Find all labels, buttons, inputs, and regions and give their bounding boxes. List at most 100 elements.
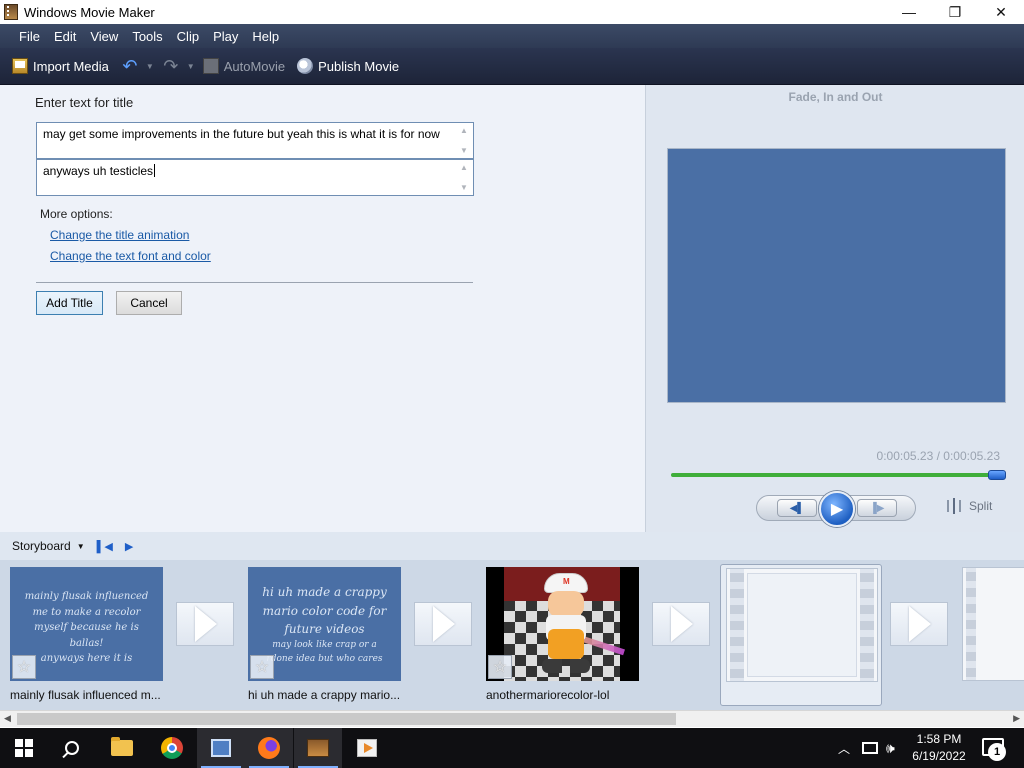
minimize-button[interactable]: — bbox=[886, 0, 932, 24]
scroll-left-icon[interactable]: ◀ bbox=[4, 713, 11, 724]
menu-bar: File Edit View Tools Clip Play Help bbox=[0, 24, 1024, 48]
preview-effect-name: Fade, In and Out bbox=[788, 90, 883, 104]
preview-monitor[interactable] bbox=[667, 148, 1006, 403]
title-line-1-text: may get some improvements in the future … bbox=[43, 127, 440, 141]
next-frame-icon: ▐▶ bbox=[869, 502, 885, 514]
toolbar: Import Media ↶ ▼ ↷ ▼ AutoMovie Publish M… bbox=[0, 48, 1024, 85]
movie-maker-icon bbox=[307, 739, 329, 757]
thumb-text-line: rdone idea but who cares bbox=[266, 653, 383, 664]
title-line-2-wrapper: anyways uh testicles bbox=[43, 164, 156, 178]
next-frame-button[interactable]: ▐▶ bbox=[857, 499, 897, 517]
transition-slot[interactable] bbox=[414, 602, 472, 646]
mario-hat bbox=[544, 573, 588, 593]
rewind-storyboard-icon[interactable]: ▌◀ bbox=[97, 540, 113, 553]
scrollbar-thumb[interactable] bbox=[17, 713, 676, 725]
textbox-2-scrollbar[interactable]: ▲ ▼ bbox=[455, 160, 473, 195]
volume-icon[interactable]: 🕪 bbox=[886, 728, 895, 768]
change-title-animation-link[interactable]: Change the title animation bbox=[50, 228, 189, 242]
play-button[interactable]: ▶ bbox=[819, 491, 855, 527]
enter-title-label: Enter text for title bbox=[35, 95, 134, 110]
menu-view[interactable]: View bbox=[90, 29, 118, 44]
storyboard-dropdown-icon[interactable]: ▼ bbox=[77, 542, 85, 551]
scroll-up-icon[interactable]: ▲ bbox=[460, 163, 468, 172]
search-button[interactable] bbox=[48, 728, 96, 768]
divider bbox=[36, 282, 473, 283]
storyboard-view-label[interactable]: Storyboard bbox=[12, 539, 71, 553]
title-line-2-text: anyways uh testicles bbox=[43, 164, 154, 178]
menu-edit[interactable]: Edit bbox=[54, 29, 76, 44]
automovie-icon bbox=[202, 58, 219, 74]
taskbar: ︿ 🕪 1:58 PM 6/19/2022 1 bbox=[0, 728, 1024, 768]
automovie-button[interactable]: AutoMovie bbox=[202, 58, 286, 74]
seek-bar[interactable] bbox=[671, 473, 1002, 477]
scroll-up-icon[interactable]: ▲ bbox=[460, 126, 468, 135]
transition-slot[interactable] bbox=[176, 602, 234, 646]
taskbar-chrome[interactable] bbox=[148, 728, 196, 768]
import-media-button[interactable]: Import Media bbox=[12, 58, 109, 74]
title-text-line-1[interactable]: may get some improvements in the future … bbox=[36, 122, 474, 159]
film-frame bbox=[747, 573, 857, 677]
taskbar-task-manager[interactable] bbox=[197, 728, 245, 768]
menu-play[interactable]: Play bbox=[213, 29, 238, 44]
thumb-text-line: anyways here it is bbox=[40, 653, 133, 664]
taskbar-firefox[interactable] bbox=[245, 728, 293, 768]
taskbar-media-player[interactable] bbox=[343, 728, 391, 768]
title-bar: Windows Movie Maker — ❐ ✕ bbox=[0, 0, 1024, 24]
thumb-text-line: myself because he is ballas! bbox=[34, 622, 139, 649]
notification-count-badge: 1 bbox=[988, 743, 1006, 761]
undo-icon[interactable]: ↶ bbox=[121, 57, 139, 75]
redo-icon[interactable]: ↷ bbox=[162, 57, 180, 75]
transition-slot[interactable] bbox=[890, 602, 948, 646]
movie-maker-app-icon bbox=[4, 4, 18, 20]
taskbar-clock[interactable]: 1:58 PM 6/19/2022 bbox=[906, 731, 972, 765]
chrome-icon bbox=[161, 737, 183, 759]
storyboard: mainly flusak influenced me to make a re… bbox=[0, 560, 1024, 710]
split-icon bbox=[947, 498, 961, 514]
title-text-line-2[interactable]: anyways uh testicles ▲ ▼ bbox=[36, 159, 474, 196]
split-label: Split bbox=[969, 499, 993, 513]
textbox-1-scrollbar[interactable]: ▲ ▼ bbox=[455, 123, 473, 158]
change-text-font-link[interactable]: Change the text font and color bbox=[50, 249, 211, 263]
scroll-down-icon[interactable]: ▼ bbox=[460, 146, 468, 155]
cancel-button[interactable]: Cancel bbox=[116, 291, 182, 315]
network-icon[interactable] bbox=[862, 742, 878, 754]
seek-thumb[interactable] bbox=[988, 470, 1006, 480]
play-storyboard-icon[interactable]: ▶ bbox=[125, 540, 133, 553]
clock-date: 6/19/2022 bbox=[912, 749, 966, 763]
undo-dropdown-icon[interactable]: ▼ bbox=[146, 62, 154, 71]
menu-clip[interactable]: Clip bbox=[177, 29, 199, 44]
selected-title-clip[interactable] bbox=[720, 564, 882, 706]
thumb-text-line: mainly flusak influenced bbox=[24, 591, 149, 602]
thumb-text-line: mario color code for bbox=[262, 603, 387, 618]
transition-slot[interactable] bbox=[652, 602, 710, 646]
menu-file[interactable]: File bbox=[19, 29, 40, 44]
thumb-text-line: hi uh made a crappy bbox=[262, 585, 387, 599]
automovie-label: AutoMovie bbox=[223, 58, 286, 74]
scroll-right-icon[interactable]: ▶ bbox=[1013, 713, 1020, 724]
film-strip-placeholder-icon[interactable] bbox=[962, 567, 1024, 681]
restore-button[interactable]: ❐ bbox=[932, 0, 978, 24]
play-icon: ▶ bbox=[830, 501, 844, 518]
clip-label: hi uh made a crappy mario... bbox=[248, 688, 401, 702]
previous-frame-icon: ◀▌ bbox=[789, 502, 805, 514]
storyboard-scrollbar[interactable]: ◀ ▶ bbox=[0, 710, 1024, 727]
star-icon[interactable]: ☆ bbox=[12, 655, 36, 679]
close-button[interactable]: ✕ bbox=[978, 0, 1024, 24]
split-button[interactable]: Split bbox=[947, 498, 993, 514]
clip-label: mainly flusak influenced m... bbox=[10, 688, 161, 702]
taskbar-file-explorer[interactable] bbox=[98, 728, 146, 768]
star-icon[interactable]: ☆ bbox=[250, 655, 274, 679]
star-icon[interactable]: ☆ bbox=[488, 655, 512, 679]
redo-dropdown-icon[interactable]: ▼ bbox=[187, 62, 195, 71]
taskbar-movie-maker[interactable] bbox=[294, 728, 342, 768]
show-hidden-icons-chevron-icon[interactable]: ︿ bbox=[838, 728, 850, 768]
start-button[interactable] bbox=[0, 728, 48, 768]
add-title-button[interactable]: Add Title bbox=[36, 291, 103, 315]
scroll-down-icon[interactable]: ▼ bbox=[460, 183, 468, 192]
publish-movie-icon bbox=[297, 58, 314, 74]
previous-frame-button[interactable]: ◀▌ bbox=[777, 499, 817, 517]
publish-movie-button[interactable]: Publish Movie bbox=[297, 58, 399, 74]
menu-help[interactable]: Help bbox=[252, 29, 279, 44]
media-player-icon bbox=[357, 739, 377, 757]
menu-tools[interactable]: Tools bbox=[132, 29, 162, 44]
